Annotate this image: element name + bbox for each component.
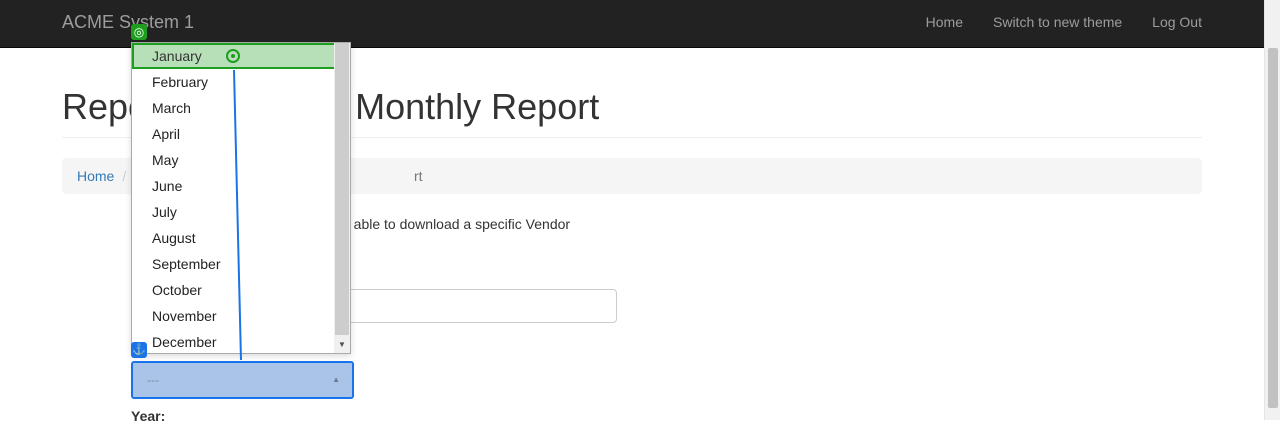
month-option-august[interactable]: August: [132, 225, 336, 251]
target-icon: ◎: [131, 24, 147, 40]
brand-title[interactable]: ACME System 1: [62, 12, 194, 33]
month-option-july[interactable]: July: [132, 199, 336, 225]
anchor-icon: ⚓: [131, 342, 147, 358]
month-option-may[interactable]: May: [132, 147, 336, 173]
breadcrumb-home-link[interactable]: Home: [77, 168, 114, 184]
page-scrollbar-thumb[interactable]: [1268, 48, 1278, 408]
month-dropdown-list[interactable]: January February March April May June Ju…: [131, 42, 351, 354]
dropdown-scrollbar[interactable]: ▼: [334, 43, 350, 353]
scroll-down-arrow-icon[interactable]: ▼: [334, 337, 350, 353]
nav-links: Home Switch to new theme Log Out: [926, 14, 1202, 30]
month-option-march[interactable]: March: [132, 95, 336, 121]
nav-logout-link[interactable]: Log Out: [1152, 14, 1202, 30]
page-scrollbar[interactable]: [1264, 0, 1280, 420]
month-option-april[interactable]: April: [132, 121, 336, 147]
month-select-value: ---: [147, 373, 159, 387]
caret-up-icon: ▲: [332, 375, 340, 384]
breadcrumb-current: rt: [414, 168, 423, 184]
month-option-december[interactable]: December: [132, 329, 336, 353]
top-navbar: ACME System 1 Home Switch to new theme L…: [0, 0, 1264, 48]
dropdown-scrollbar-thumb[interactable]: [335, 43, 349, 335]
month-options: January February March April May June Ju…: [132, 43, 336, 353]
month-option-february[interactable]: February: [132, 69, 336, 95]
crosshair-icon: [226, 49, 240, 63]
month-option-october[interactable]: October: [132, 277, 336, 303]
nav-switch-theme-link[interactable]: Switch to new theme: [993, 14, 1122, 30]
month-option-june[interactable]: June: [132, 173, 336, 199]
report-description: e able to download a specific Vendor: [342, 216, 571, 232]
breadcrumb-separator: /: [122, 168, 127, 184]
month-option-september[interactable]: September: [132, 251, 336, 277]
year-label: Year:: [131, 408, 166, 424]
nav-home-link[interactable]: Home: [926, 14, 963, 30]
month-option-november[interactable]: November: [132, 303, 336, 329]
vendor-input[interactable]: [342, 289, 617, 323]
month-select[interactable]: --- ▲: [131, 361, 354, 399]
